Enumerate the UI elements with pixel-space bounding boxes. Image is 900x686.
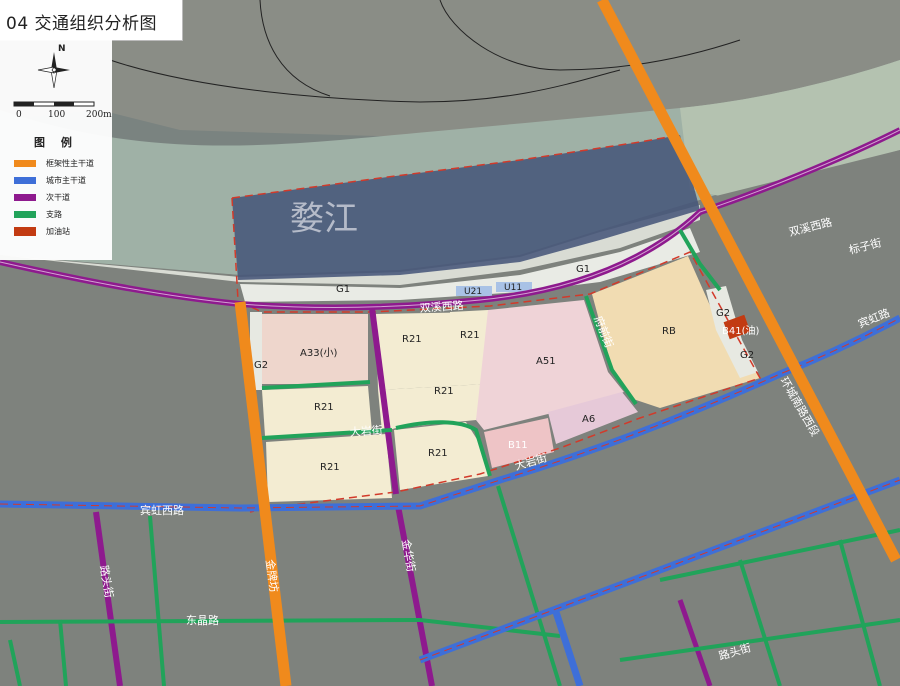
legend-label: 加油站 <box>46 227 70 236</box>
legend-label: 城市主干道 <box>46 176 86 185</box>
parcel-label-g2-a: G2 <box>254 360 268 371</box>
parcel-label-r21-a: R21 <box>402 334 422 345</box>
legend-label: 支路 <box>46 210 62 219</box>
parcel-label-g2-b: G2 <box>716 308 730 319</box>
parcel-label-b41: B41(油) <box>722 324 759 337</box>
scale-label-0: 0 <box>16 110 22 120</box>
parcel-label-u11: U11 <box>504 283 522 293</box>
scale-label-100: 100 <box>48 110 66 120</box>
legend-item-urban-trunk: 城市主干道 <box>14 175 110 187</box>
map-title: 04 交通组织分析图 <box>6 14 158 34</box>
parcel-label-g1-a: G1 <box>336 284 350 295</box>
parcel-label-rb: RB <box>662 326 676 337</box>
legend-heading: 图 例 <box>34 136 78 149</box>
parcel-label-u21: U21 <box>464 287 482 297</box>
parcel-label-a6: A6 <box>582 414 595 425</box>
legend-swatch <box>14 177 36 184</box>
legend-label: 框架性主干道 <box>46 159 94 168</box>
scale-label-200: 200m <box>86 110 112 120</box>
parcel-label-r21-c: R21 <box>434 386 454 397</box>
legend-item-branch: 支路 <box>14 209 110 221</box>
north-arrow-icon: N <box>37 44 70 89</box>
parcel-label-b11: B11 <box>508 440 528 451</box>
legend-panel: N 0 100 200m 图 例 框架性主干道 城市主干道 次干道 支路 加油站 <box>0 40 112 260</box>
parcel-label-g1-b: G1 <box>576 264 590 275</box>
legend-swatch <box>14 211 36 218</box>
road-label-dongsheng: 东晶路 <box>186 614 219 627</box>
map-title-box: 04 交通组织分析图 <box>0 0 183 41</box>
parcel-label-r21-d: R21 <box>314 402 334 413</box>
river-label: 婺江 <box>290 199 358 239</box>
legend-item-gas-station: 加油站 <box>14 226 110 238</box>
legend-item-framework-trunk: 框架性主干道 <box>14 158 110 170</box>
legend-item-secondary: 次干道 <box>14 192 110 204</box>
traffic-analysis-map: 婺江 双溪西路 双溪西路 宾虹西路 宾虹路 东晶路 环城南路西段 大岩街 大岩街… <box>0 0 900 686</box>
parcel-label-g2-c: G2 <box>740 350 754 361</box>
legend-swatch <box>14 194 36 201</box>
parcel-label-r21-f: R21 <box>428 448 448 459</box>
parcel-label-a33: A33(小) <box>300 347 337 359</box>
scale-labels: 0 100 200m <box>8 110 112 122</box>
legend-swatch <box>14 160 36 167</box>
legend-label: 次干道 <box>46 193 70 202</box>
parcel-label-r21-e: R21 <box>320 462 340 473</box>
north-letter: N <box>58 44 66 54</box>
parcel-label-r21-b: R21 <box>460 330 480 341</box>
road-label-dadian: 大岩街 <box>349 423 383 439</box>
road-label-binhong-west: 宾虹西路 <box>140 503 184 517</box>
parcel-label-a51: A51 <box>536 356 556 367</box>
legend-swatch <box>14 227 36 236</box>
